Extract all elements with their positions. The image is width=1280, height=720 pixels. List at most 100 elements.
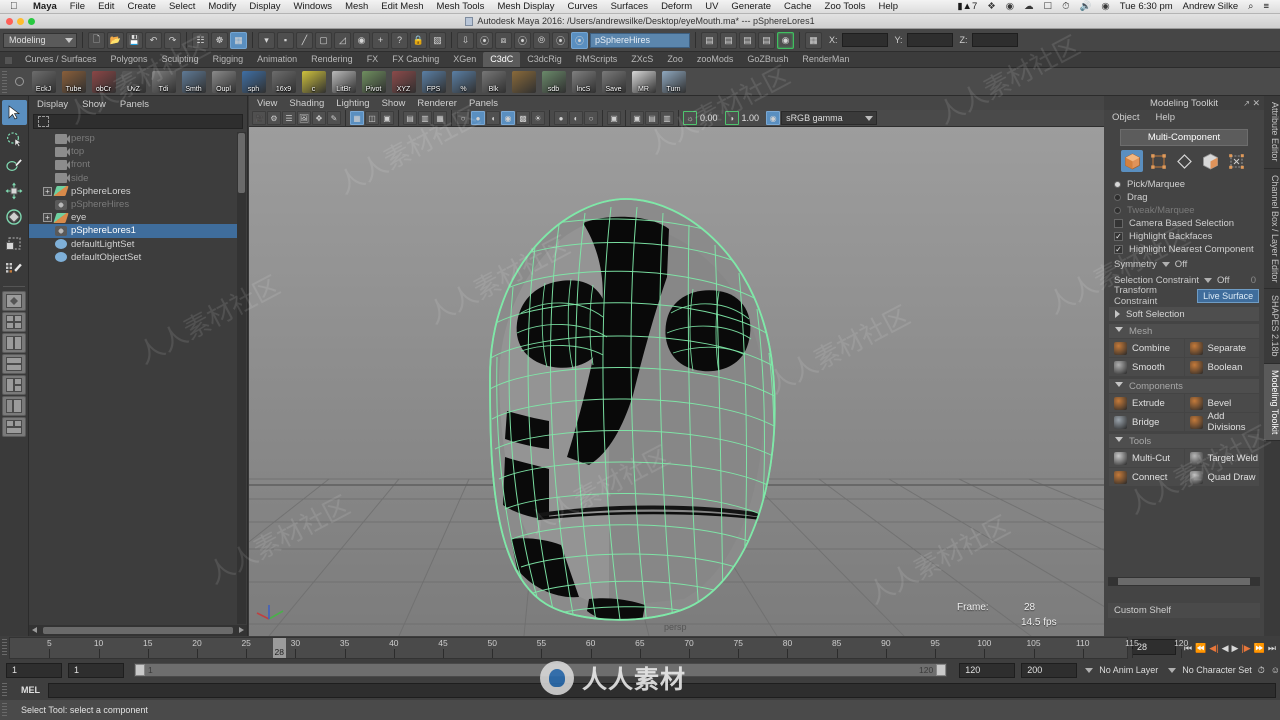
timeline-current-frame-marker[interactable]: 28 <box>272 638 286 658</box>
help-line-grip[interactable] <box>2 703 7 717</box>
shelf-drag-handle[interactable] <box>2 70 7 93</box>
checkbox-icon[interactable] <box>1114 219 1123 228</box>
wireframe-on-shaded-icon[interactable]: ◉ <box>501 111 515 125</box>
shelf-button-mr[interactable]: MR <box>629 69 658 95</box>
scrollbar-thumb[interactable] <box>1118 578 1250 585</box>
menu-item-deform[interactable]: Deform <box>655 1 699 12</box>
chevron-down-icon[interactable] <box>1168 667 1177 673</box>
menu-item-windows[interactable]: Windows <box>287 1 339 12</box>
window-traffic-lights[interactable] <box>6 18 35 25</box>
outliner-search-field[interactable] <box>33 114 243 129</box>
snap-grid-icon[interactable]: ▧ <box>429 31 446 49</box>
outliner-row-defaultlightset[interactable]: defaultLightSet <box>29 238 237 251</box>
rotate-tool-icon[interactable] <box>2 204 27 229</box>
shelf-tab-rmscripts[interactable]: RMScripts <box>568 52 625 67</box>
toolkit-button-bridge[interactable]: Bridge <box>1109 413 1184 431</box>
viewport-3d-canvas[interactable]: persp Frame: 28 14.5 fps <box>249 127 1104 636</box>
outliner-row-defaultobjectset[interactable]: defaultObjectSet <box>29 251 237 264</box>
select-camera-icon[interactable]: 🎥 <box>252 111 266 125</box>
viewport-render-icon[interactable]: ▤ <box>645 111 659 125</box>
bookmark-icon[interactable]: ☰ <box>282 111 296 125</box>
outliner-row-eye[interactable]: + eye <box>29 211 237 224</box>
menu-item-file[interactable]: File <box>63 1 91 12</box>
toolkit-option-highlight-backfaces[interactable]: ✓ Highlight Backfaces <box>1104 230 1264 243</box>
snap-curve-icon[interactable]: ⇩ <box>457 31 474 49</box>
cloud-icon[interactable]: ☁ <box>1019 1 1039 12</box>
motion-blur-icon[interactable]: ○ <box>584 111 598 125</box>
volume-meter-icon[interactable]: ▮▲7 <box>952 1 982 12</box>
symmetry-row[interactable]: Symmetry Off <box>1104 256 1264 272</box>
two-d-pan-zoom-icon[interactable]: ✥ <box>312 111 326 125</box>
menu-item-help[interactable]: Help <box>872 1 905 12</box>
exposure-icon[interactable]: ☼ <box>683 111 697 125</box>
menu-set-selector[interactable]: Modeling <box>3 32 77 48</box>
xray-toggle-icon[interactable]: ▤ <box>403 111 417 125</box>
viewport-snapshot-icon[interactable]: ▣ <box>630 111 644 125</box>
menu-item-edit-mesh[interactable]: Edit Mesh <box>375 1 430 12</box>
toolkit-button-quad-draw[interactable]: Quad Draw <box>1184 468 1259 486</box>
shelf-tab-c3dcrig[interactable]: C3dcRig <box>520 52 569 67</box>
toolkit-button-boolean[interactable]: Boolean <box>1184 358 1259 376</box>
multi-component-button[interactable]: Multi-Component <box>1120 129 1248 146</box>
edge-mode-icon[interactable] <box>1173 150 1195 172</box>
mask-vertexface-icon[interactable]: ◉ <box>353 31 370 49</box>
snap-view-plane-icon[interactable]: ⦿ <box>514 31 531 49</box>
shadows-icon[interactable]: ● <box>554 111 568 125</box>
toolkit-option-drag[interactable]: Drag <box>1104 191 1264 204</box>
shelf-tab-rigging[interactable]: Rigging <box>205 52 251 67</box>
chevron-down-icon[interactable] <box>1085 667 1094 673</box>
shelf-button-tube[interactable]: Tube <box>59 69 88 95</box>
tool-settings-toggle-icon[interactable]: ▤ <box>720 31 737 49</box>
scale-tool-icon[interactable] <box>2 230 27 255</box>
chevron-down-icon[interactable] <box>1161 261 1170 267</box>
toolkit-button-smooth[interactable]: Smooth <box>1109 358 1184 376</box>
outliner-row-top[interactable]: top <box>29 145 237 158</box>
animation-end-field[interactable]: 200 <box>1021 662 1078 678</box>
mask-edge-icon[interactable]: ╱ <box>296 31 313 49</box>
shelf-button-save[interactable]: Save <box>599 69 628 95</box>
save-scene-button[interactable]: 💾 <box>126 31 143 49</box>
smooth-shade-all-icon[interactable]: ● <box>471 111 485 125</box>
step-back-frame-icon[interactable]: ◀| <box>1209 643 1218 654</box>
menu-item-mesh-display[interactable]: Mesh Display <box>491 1 561 12</box>
shelf-button-blk[interactable]: Blk <box>479 69 508 95</box>
menu-item-mesh-tools[interactable]: Mesh Tools <box>430 1 491 12</box>
script-language-label[interactable]: MEL <box>21 685 40 695</box>
last-tool-icon[interactable] <box>2 256 27 281</box>
menu-item-zoo-tools[interactable]: Zoo Tools <box>818 1 872 12</box>
shelf-button-item16[interactable] <box>509 69 538 95</box>
face-mode-icon[interactable] <box>1199 150 1221 172</box>
toolkit-menu-help[interactable]: Help <box>1155 112 1175 123</box>
four-view-layout-icon[interactable] <box>2 312 26 332</box>
menu-item-uv[interactable]: UV <box>699 1 725 12</box>
shelf-button-eckj[interactable]: EckJ <box>29 69 58 95</box>
expand-icon[interactable]: + <box>43 213 52 223</box>
step-forward-frame-icon[interactable]: |▶ <box>1241 643 1250 654</box>
toolkit-button-separate[interactable]: Separate <box>1184 339 1259 357</box>
shelf-tab-fx[interactable]: FX <box>359 52 386 67</box>
shelf-tab-gozbrush[interactable]: GoZBrush <box>740 52 796 67</box>
outliner-row-pspherelores[interactable]: + pSphereLores <box>29 185 237 198</box>
playback-start-field[interactable]: 1 <box>68 662 124 678</box>
minimize-icon[interactable] <box>17 18 24 25</box>
character-set-value[interactable]: No Character Set <box>1182 665 1252 675</box>
mask-uv-icon[interactable]: ◿ <box>334 31 351 49</box>
selected-object-icon[interactable]: ⦿ <box>571 31 588 49</box>
scroll-left-icon[interactable] <box>32 627 37 633</box>
color-management-icon[interactable]: ◉ <box>766 111 781 125</box>
vertical-tab-attribute-editor[interactable]: Attribute Editor <box>1264 96 1280 169</box>
grease-pencil-icon[interactable]: ✎ <box>327 111 341 125</box>
shelf-tab-zoomods[interactable]: zooMods <box>689 52 741 67</box>
shelf-tab-curves-surfaces[interactable]: Curves / Surfaces <box>18 52 104 67</box>
shelf-tab-fx-caching[interactable]: FX Caching <box>385 52 447 67</box>
resolution-gate-icon[interactable]: ▣ <box>380 111 394 125</box>
toolkit-button-multi-cut[interactable]: Multi-Cut <box>1109 449 1184 467</box>
shelf-button-turn[interactable]: Turn <box>659 69 688 95</box>
checkbox-icon[interactable]: ✓ <box>1114 245 1123 254</box>
hypergraph-layout-icon[interactable] <box>2 417 26 437</box>
search-icon[interactable]: ⌕ <box>1243 1 1258 12</box>
outliner-vertical-scrollbar[interactable] <box>237 132 246 624</box>
outliner-row-pspherelores1[interactable]: pSphereLores1 <box>29 224 237 238</box>
snap-point-icon[interactable]: ⦿ <box>476 31 493 49</box>
image-plane-icon[interactable]: 🖼 <box>297 111 311 125</box>
